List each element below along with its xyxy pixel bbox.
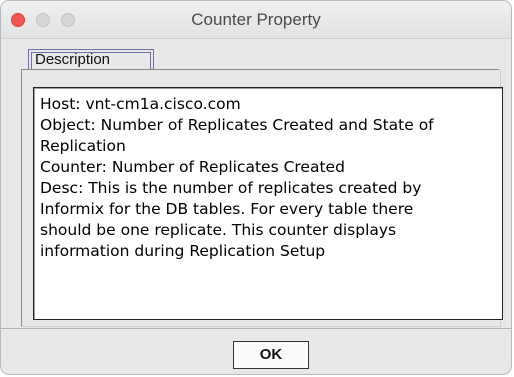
counter-property-window: Counter Property Description Host: vnt-c…: [0, 0, 512, 375]
description-line: Host: vnt-cm1a.cisco.com: [40, 95, 241, 113]
description-line: Object: Number of Replicates Created and…: [40, 116, 434, 134]
description-text-area[interactable]: Host: vnt-cm1a.cisco.com Object: Number …: [33, 87, 503, 320]
description-line: Counter: Number of Replicates Created: [40, 158, 345, 176]
title-bar[interactable]: Counter Property: [1, 1, 511, 39]
window-title: Counter Property: [191, 10, 321, 29]
description-line: Replication: [40, 137, 126, 155]
description-line: Desc: This is the number of replicates c…: [40, 179, 422, 197]
ok-button[interactable]: OK: [233, 341, 309, 369]
description-line: information during Replication Setup: [40, 242, 326, 260]
description-text: Host: vnt-cm1a.cisco.com Object: Number …: [40, 94, 496, 262]
tab-description[interactable]: Description: [28, 49, 154, 69]
button-separator: [1, 328, 511, 329]
description-line: should be one replicate. This counter di…: [40, 221, 397, 239]
description-line: Informix for the DB tables. For every ta…: [40, 200, 414, 218]
